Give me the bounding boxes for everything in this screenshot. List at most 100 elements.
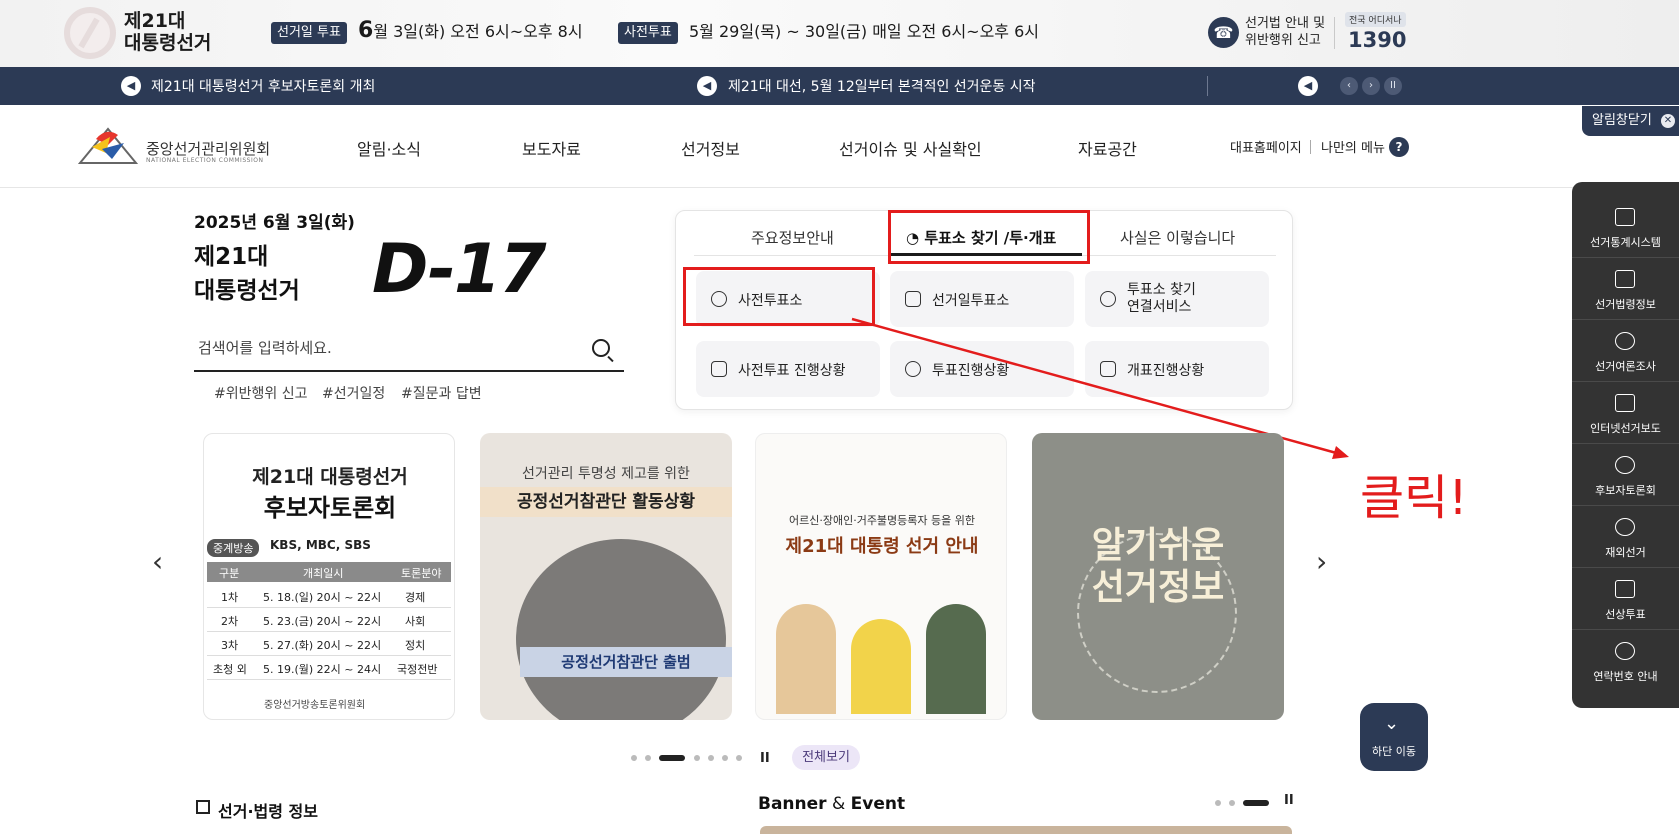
page-dot[interactable] [1215, 800, 1221, 806]
phone-icon [1615, 642, 1635, 660]
presentation-icon [1615, 208, 1635, 226]
tag-qna[interactable]: #질문과 답변 [401, 383, 482, 403]
tab-main-info[interactable]: 주요정보안내 [751, 227, 834, 248]
org-sub: NATIONAL ELECTION COMMISSION [146, 157, 264, 164]
news-ticker: ◀ 제21대 대통령선거 후보자토론회 개최 ◀ 제21대 대선, 5월 12일… [0, 67, 1679, 105]
divider [1207, 76, 1208, 96]
carousel-next-button[interactable]: › [1316, 545, 1327, 578]
document-icon [1615, 270, 1635, 288]
page-dot-active[interactable] [659, 755, 685, 761]
carousel-card-accessibility[interactable]: 어르신·장애인·거주불명등록자 등을 위한 제21대 대통령 선거 안내 [755, 433, 1007, 720]
user-box-icon [1100, 361, 1116, 377]
view-all-button[interactable]: 전체보기 [792, 745, 860, 770]
scroll-down-button[interactable]: ⌄ 하단 이동 [1360, 703, 1428, 771]
page-dot[interactable] [694, 755, 700, 761]
illustration-figure [851, 619, 911, 714]
link-icon [1100, 291, 1116, 307]
banner-pause-button[interactable]: II [1284, 793, 1294, 808]
carousel-prev-button[interactable]: ‹ [152, 545, 163, 578]
election-day-text: 6월 3일(화) 오전 6시~오후 8시 [358, 18, 583, 43]
quick-item-ship-vote[interactable]: 선상투표 [1572, 568, 1679, 630]
lightbulb-icon [1615, 332, 1635, 350]
news-item[interactable]: 제21대 대선, 5월 12일부터 본격적인 선거운동 시작 [728, 76, 1036, 96]
vote-progress-button[interactable]: 투표진행상황 [890, 341, 1074, 397]
external-link-icon [196, 800, 210, 814]
d-day-counter: D-17 [372, 230, 547, 309]
quick-item-stats[interactable]: 선거통계시스템 [1572, 196, 1679, 258]
table-row: 3차 5. 27.(화) 20시 ~ 22시 정치 [207, 632, 451, 656]
news-item[interactable]: 제21대 대통령선거 후보자토론회 개최 [151, 76, 375, 96]
debate-schedule-table: 1차 5. 18.(일) 20시 ~ 22시 경제 2차 5. 23.(금) 2… [207, 584, 451, 680]
menu-press[interactable]: 보도자료 [522, 136, 581, 160]
speaker-icon: ◀ [121, 76, 141, 96]
search-icon[interactable] [592, 339, 610, 357]
quick-item-internet-report[interactable]: 인터넷선거보도 [1572, 382, 1679, 444]
tag-violation-report[interactable]: #위반행위 신고 [214, 383, 307, 403]
page-dot[interactable] [645, 755, 651, 761]
pie-chart-icon [905, 361, 921, 377]
find-station-service-button[interactable]: 투표소 찾기 연결서비스 [1085, 271, 1269, 327]
carousel-card-observers[interactable]: 선거관리 투명성 제고를 위한 공정선거참관단 활동상황 공정선거참관단 출범 [480, 433, 732, 720]
close-icon[interactable]: ✕ [1661, 114, 1675, 128]
carousel-card-easy-info[interactable]: 알기쉬운 선거정보 [1032, 433, 1284, 720]
globe-icon [1615, 518, 1635, 536]
chevron-down-icon: ⌄ [1384, 713, 1400, 734]
table-row: 초청 외 5. 19.(월) 22시 ~ 24시 국정전반 [207, 656, 451, 680]
carousel-pause-button[interactable]: II [760, 751, 770, 766]
chat-icon [1615, 456, 1635, 474]
page-dot[interactable] [708, 755, 714, 761]
ship-icon [1615, 580, 1635, 598]
quick-item-debate[interactable]: 후보자토론회 [1572, 444, 1679, 506]
table-row: 2차 5. 23.(금) 20시 ~ 22시 사회 [207, 608, 451, 632]
election-date: 2025년 6월 3일(화) [194, 213, 355, 233]
page-dot[interactable] [631, 755, 637, 761]
alert-close-tab[interactable]: 알림창닫기 ✕ [1582, 106, 1679, 136]
quick-item-poll[interactable]: 선거여론조사 [1572, 320, 1679, 382]
my-menu-link[interactable]: 나만의 메뉴 [1321, 137, 1385, 156]
vote-stamp-logo-icon [64, 7, 116, 59]
election-day-station-button[interactable]: 선거일투표소 [890, 271, 1074, 327]
search-input[interactable] [194, 328, 574, 368]
divider [1334, 17, 1335, 49]
quick-item-overseas[interactable]: 재외선거 [1572, 506, 1679, 568]
illustration-figure [926, 604, 986, 714]
menu-election-issues[interactable]: 선거이슈 및 사실확인 [839, 136, 982, 160]
menu-news[interactable]: 알림·소식 [357, 136, 421, 160]
highlight-box-tab [888, 210, 1090, 264]
help-icon[interactable]: ? [1389, 137, 1409, 157]
chart-up-icon [711, 361, 727, 377]
election-law-title[interactable]: 선거·법령 정보 [218, 798, 318, 822]
hotline-label[interactable]: 선거법 안내 및 위반행위 신고 [1245, 15, 1325, 49]
page-dot-active[interactable] [1243, 800, 1269, 806]
tab-fact-check[interactable]: 사실은 이렇습니다 [1120, 227, 1235, 248]
org-name[interactable]: 중앙선거관리위원회 [146, 138, 270, 159]
illustration-figure [776, 604, 836, 714]
page-dot[interactable] [736, 755, 742, 761]
speaker-icon: ◀ [1298, 76, 1318, 96]
banner-event-title: Banner & Event [758, 794, 906, 814]
page-dot[interactable] [1229, 800, 1235, 806]
search-box [194, 328, 624, 372]
top-banner: 제21대 대통령선거 선거일 투표 6월 3일(화) 오전 6시~오후 8시 사… [0, 0, 1679, 67]
main-site-link[interactable]: 대표홈페이지 [1230, 137, 1302, 156]
hotline-small-label: 전국 어디서나 [1345, 12, 1406, 27]
menu-resources[interactable]: 자료공간 [1078, 136, 1137, 160]
click-annotation: 클릭! [1360, 470, 1468, 526]
tag-election-schedule[interactable]: #선거일정 [322, 383, 385, 403]
early-vote-badge: 사전투표 [618, 22, 678, 44]
early-vote-progress-button[interactable]: 사전투표 진행상황 [696, 341, 880, 397]
menu-election-info[interactable]: 선거정보 [681, 136, 740, 160]
carousel-card-debate[interactable]: 제21대 대통령선거 후보자토론회 중계방송 KBS, MBC, SBS 구분 … [203, 433, 455, 720]
ticker-pause-button[interactable]: II [1384, 77, 1402, 95]
banner-image[interactable] [760, 826, 1292, 834]
ticker-next-button[interactable]: › [1362, 77, 1380, 95]
count-progress-button[interactable]: 개표진행상황 [1085, 341, 1269, 397]
quick-item-law[interactable]: 선거법령정보 [1572, 258, 1679, 320]
table-row: 1차 5. 18.(일) 20시 ~ 22시 경제 [207, 584, 451, 608]
nec-logo-icon[interactable] [78, 123, 138, 167]
election-title[interactable]: 제21대 대통령선거 [124, 10, 211, 54]
quick-item-contacts[interactable]: 연락번호 안내 [1572, 630, 1679, 692]
percent-icon [905, 291, 921, 307]
page-dot[interactable] [722, 755, 728, 761]
ticker-prev-button[interactable]: ‹ [1340, 77, 1358, 95]
